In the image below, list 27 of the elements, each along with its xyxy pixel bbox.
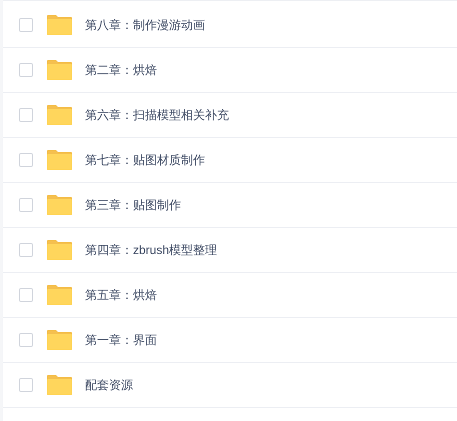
folder-icon: [46, 374, 73, 396]
checkbox[interactable]: [19, 243, 33, 257]
folder-name[interactable]: 第七章：贴图材质制作: [85, 151, 205, 169]
folder-name[interactable]: 第六章：扫描模型相关补充: [85, 106, 229, 124]
checkbox[interactable]: [19, 288, 33, 302]
folder-icon: [46, 239, 73, 261]
folder-icon: [46, 284, 73, 306]
checkbox[interactable]: [19, 18, 33, 32]
folder-name[interactable]: 第一章：界面: [85, 331, 157, 349]
folder-name[interactable]: 第三章：贴图制作: [85, 196, 181, 214]
folder-name[interactable]: 第二章：烘焙: [85, 61, 157, 79]
folder-icon: [46, 14, 73, 36]
checkbox[interactable]: [19, 153, 33, 167]
checkbox[interactable]: [19, 378, 33, 392]
checkbox[interactable]: [19, 108, 33, 122]
checkbox[interactable]: [19, 63, 33, 77]
checkbox[interactable]: [19, 198, 33, 212]
folder-icon: [46, 194, 73, 216]
folder-icon: [46, 104, 73, 126]
folder-name[interactable]: 第四章：zbrush模型整理: [85, 241, 218, 259]
folder-name[interactable]: 第五章：烘焙: [85, 286, 157, 304]
folder-icon: [46, 329, 73, 351]
checkbox[interactable]: [19, 333, 33, 347]
folder-name[interactable]: 配套资源: [85, 376, 133, 394]
folder-name[interactable]: 第八章：制作漫游动画: [85, 16, 205, 34]
folder-icon: [46, 149, 73, 171]
folder-icon: [46, 59, 73, 81]
